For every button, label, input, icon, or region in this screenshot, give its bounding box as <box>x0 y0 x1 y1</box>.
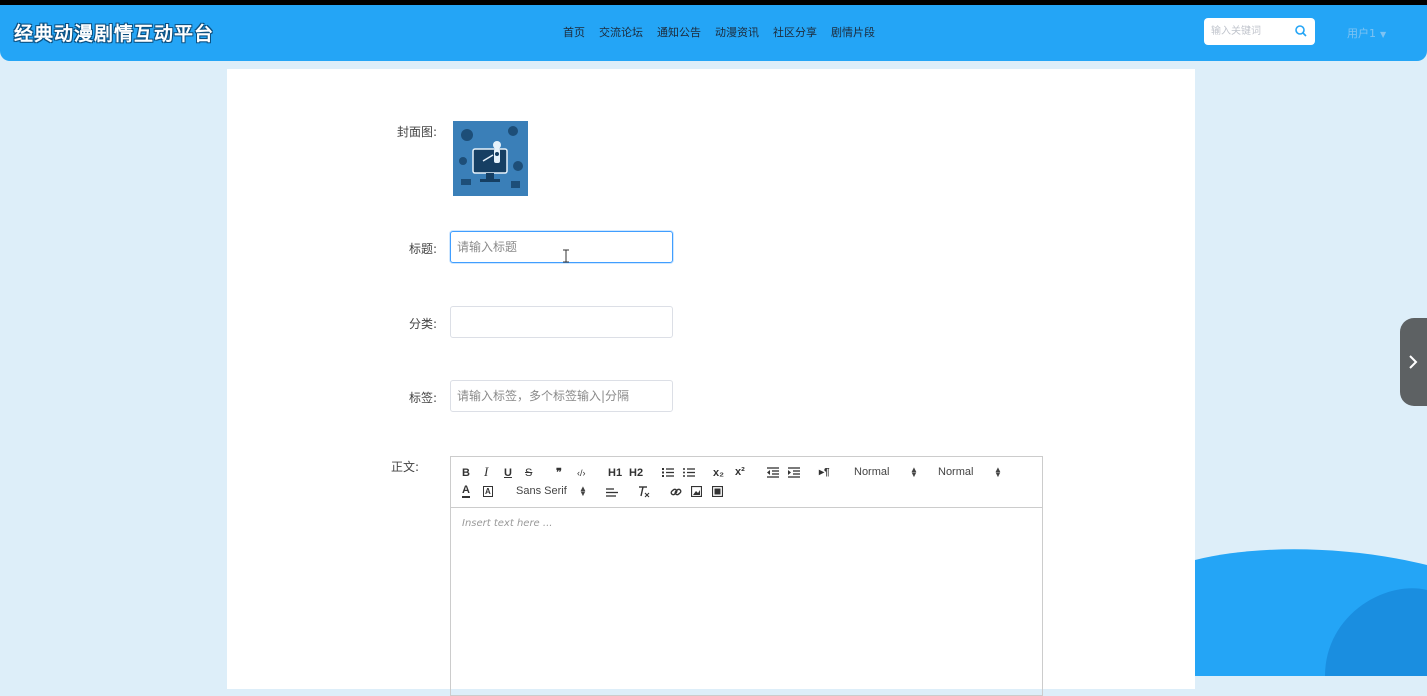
bold-button[interactable]: B <box>462 466 470 480</box>
clear-format-icon[interactable] <box>638 486 650 498</box>
background-color-button[interactable]: A <box>483 486 493 497</box>
header: 经典动漫剧情互动平台 首页 交流论坛 通知公告 动漫资讯 社区分享 剧情片段 用… <box>0 5 1427 61</box>
h2-button[interactable]: H2 <box>629 466 643 480</box>
nav-forum[interactable]: 交流论坛 <box>599 24 643 40</box>
align-icon[interactable] <box>606 487 618 498</box>
font-select-arrows-icon: ▲ ▼ <box>579 484 587 498</box>
title-label: 标题: <box>408 242 437 256</box>
size-select-arrows-icon: ▲ ▼ <box>910 465 918 479</box>
bullet-list-icon[interactable] <box>683 467 695 478</box>
site-title: 经典动漫剧情互动平台 <box>14 23 215 45</box>
header-select[interactable]: Normal <box>938 466 973 478</box>
nav-share[interactable]: 社区分享 <box>773 24 817 40</box>
cover-illustration <box>453 121 528 196</box>
cover-image[interactable] <box>453 121 528 196</box>
rich-text-editor: B I U S ❞ ‹/› H1 H2 x₂ x² ▸¶ Normal ▲ ▼ … <box>450 456 1043 696</box>
chevron-down-icon: ▼ <box>1380 30 1387 39</box>
outdent-icon[interactable] <box>767 467 779 478</box>
italic-button[interactable]: I <box>484 465 488 479</box>
size-select[interactable]: Normal <box>854 466 889 478</box>
text-color-button[interactable]: A <box>462 485 470 498</box>
header-select-arrows-icon: ▲ ▼ <box>994 465 1002 479</box>
user-menu[interactable]: 用户1 ▼ <box>1347 25 1386 41</box>
superscript-button[interactable]: x² <box>735 465 745 479</box>
nav-clips[interactable]: 剧情片段 <box>831 24 875 40</box>
text-cursor-icon <box>563 249 569 263</box>
subscript-button[interactable]: x₂ <box>713 466 724 480</box>
h1-button[interactable]: H1 <box>608 466 622 480</box>
font-select[interactable]: Sans Serif <box>516 485 567 497</box>
decorative-wave <box>1195 549 1427 676</box>
body-label: 正文: <box>390 460 419 474</box>
search-icon[interactable] <box>1294 24 1308 38</box>
indent-icon[interactable] <box>788 467 800 478</box>
rtl-button[interactable]: ▸¶ <box>819 466 830 480</box>
video-icon[interactable] <box>712 486 723 497</box>
tags-input[interactable] <box>450 380 673 412</box>
category-label: 分类: <box>408 317 437 331</box>
nav-home[interactable]: 首页 <box>563 24 585 40</box>
category-input[interactable] <box>450 306 673 338</box>
cover-label: 封面图: <box>396 125 437 139</box>
form-panel: 封面图: 标题: 分类: 标签: 正文: B I U S <box>227 69 1195 696</box>
blockquote-button[interactable]: ❞ <box>556 466 562 480</box>
editor-body[interactable]: Insert text here ... <box>451 508 1042 539</box>
chevron-right-icon <box>1409 355 1418 369</box>
editor-toolbar: B I U S ❞ ‹/› H1 H2 x₂ x² ▸¶ Normal ▲ ▼ … <box>451 457 1042 508</box>
strike-button[interactable]: S <box>525 466 532 480</box>
nav-notice[interactable]: 通知公告 <box>657 24 701 40</box>
image-icon[interactable] <box>691 486 702 497</box>
search-input[interactable] <box>1211 23 1289 39</box>
search-box <box>1204 18 1315 45</box>
user-name: 用户1 <box>1347 27 1376 40</box>
nav-news[interactable]: 动漫资讯 <box>715 24 759 40</box>
side-panel-toggle[interactable] <box>1400 318 1427 406</box>
tags-label: 标签: <box>408 391 437 405</box>
ordered-list-icon[interactable] <box>662 467 674 478</box>
main-nav: 首页 交流论坛 通知公告 动漫资讯 社区分享 剧情片段 <box>563 24 889 40</box>
code-button[interactable]: ‹/› <box>577 466 586 480</box>
link-icon[interactable] <box>670 486 682 498</box>
underline-button[interactable]: U <box>504 466 512 480</box>
